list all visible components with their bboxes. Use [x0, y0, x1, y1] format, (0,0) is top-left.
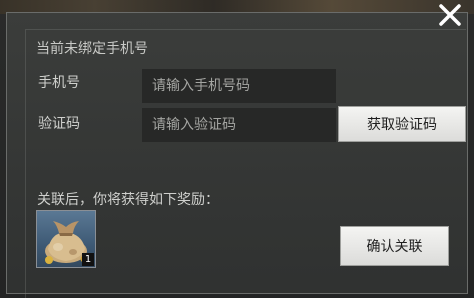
verification-code-label: 验证码	[38, 116, 80, 132]
close-icon	[439, 4, 461, 26]
reward-count: 1	[82, 253, 94, 266]
reward-item-slot[interactable]: 1	[36, 210, 96, 268]
reward-description: 关联后，你将获得如下奖励：	[37, 192, 219, 208]
close-button[interactable]	[432, 0, 468, 30]
confirm-link-button[interactable]: 确认关联	[340, 226, 449, 266]
phone-label: 手机号	[38, 75, 80, 91]
get-code-button[interactable]: 获取验证码	[338, 106, 466, 142]
phone-input[interactable]	[142, 69, 336, 103]
binding-status-text: 当前未绑定手机号	[36, 41, 148, 57]
verification-code-input[interactable]	[142, 108, 336, 142]
game-screen: 当前未绑定手机号 手机号 验证码 获取验证码 关联后，你将获得如下奖励： 1 确…	[0, 0, 474, 298]
